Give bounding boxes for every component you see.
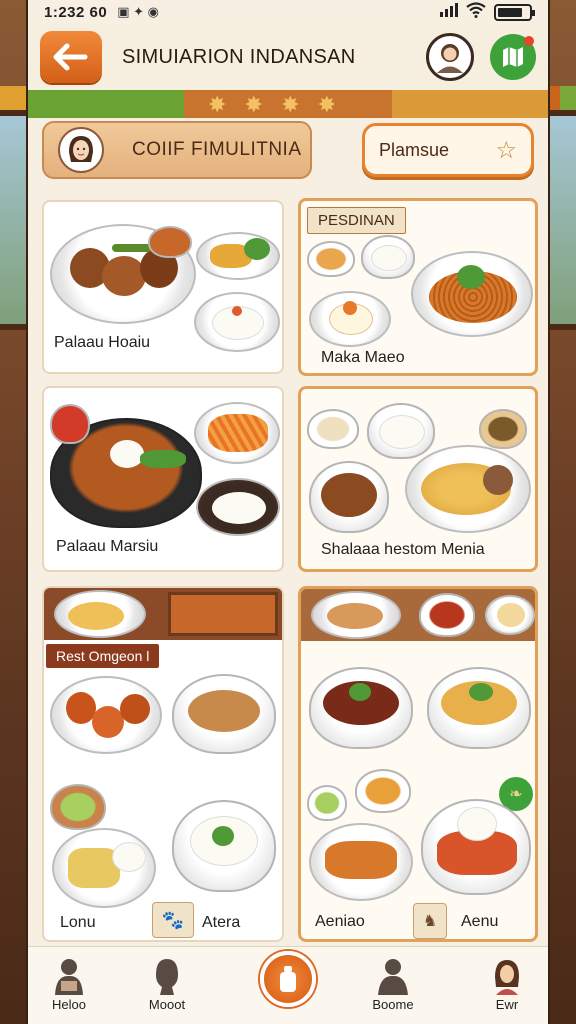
- chicken-plate: [309, 823, 413, 901]
- page-title: SIMUIARION INDANSAN: [122, 45, 356, 68]
- header-plate: [54, 590, 146, 638]
- soup-bowl: [307, 409, 359, 449]
- curry-bowl: [479, 409, 527, 449]
- dog-icon: ♞: [413, 903, 447, 939]
- fried-rice-plate: [405, 445, 531, 533]
- nav-label: Mooot: [148, 997, 186, 1012]
- card-label: Aeniao: [315, 913, 365, 930]
- soup-bowl-large: [427, 667, 531, 749]
- app-bar: SIMUIARION INDANSAN: [28, 24, 548, 90]
- chef-panel[interactable]: COIIF FIMULITNIA: [42, 121, 312, 179]
- card-sub-label: Aenu: [461, 913, 499, 930]
- header-tray: [168, 592, 278, 636]
- wifi-icon: [466, 2, 486, 22]
- person-icon: [437, 44, 463, 73]
- menu-card-4[interactable]: Shalaaa hestom Menia: [298, 386, 538, 572]
- nav-item-browse[interactable]: Boome: [358, 955, 428, 1012]
- menu-card-3[interactable]: Palaau Marsiu: [42, 386, 284, 572]
- decorative-stars: ✸ ✸ ✸ ✸: [208, 92, 343, 117]
- rice-plate: [194, 292, 280, 352]
- menu-card-5[interactable]: Rest Omgeon l Lonu 🐾 Atera: [42, 586, 284, 942]
- lime-bowl: [307, 785, 347, 821]
- curry-bowl: [172, 674, 276, 754]
- status-bar: 1:232 60 ▣ ✦ ◉: [28, 0, 548, 24]
- rice-bowl: [367, 403, 435, 459]
- map-icon: [503, 47, 523, 67]
- nav-item-profile[interactable]: Ewr: [472, 955, 542, 1012]
- card-label: Maka Maeo: [321, 349, 405, 366]
- header-bread: [485, 595, 535, 635]
- simulation-label: Plamsue: [379, 139, 450, 160]
- nav-item-mood[interactable]: Mooot: [132, 955, 202, 1012]
- chef-header-row: COIIF FIMULITNIA Plamsue ☆: [42, 118, 534, 182]
- fried-chicken-plate: [50, 676, 162, 754]
- star-icon: ☆: [495, 136, 517, 164]
- person-figure-icon: [156, 959, 178, 995]
- rice-bowl-large: [172, 800, 276, 892]
- chef-avatar: [58, 127, 104, 173]
- banana-plate: [52, 828, 156, 908]
- profile-avatar[interactable]: [426, 33, 474, 81]
- card-header-strip: [301, 589, 535, 641]
- header-soup: [419, 593, 475, 637]
- carrot-plate: [194, 402, 280, 464]
- dumpling-plate: [196, 478, 280, 536]
- bottle-icon: [280, 966, 296, 992]
- rice-bowl: [361, 235, 415, 279]
- card-label: Lonu: [60, 914, 96, 931]
- card-tag: Rest Omgeon l: [46, 644, 160, 668]
- center-action-button[interactable]: [260, 951, 316, 1007]
- card-header-strip: [44, 588, 282, 640]
- phone-screen: 1:232 60 ▣ ✦ ◉ SIMUIARION INDANSAN ✸ ✸ ✸…: [26, 0, 550, 1024]
- lime-bowl: [50, 784, 106, 830]
- header-plate: [311, 591, 401, 639]
- menu-card-6[interactable]: ❧ Aeniao ♞ Aenu: [298, 586, 538, 942]
- battery-icon: [494, 3, 535, 21]
- nav-label: Ewr: [495, 997, 519, 1012]
- woman-avatar-icon: [495, 960, 519, 995]
- simulation-button[interactable]: Plamsue ☆: [362, 123, 534, 177]
- card-label: Palaau Hoaiu: [54, 334, 151, 351]
- menu-card-2[interactable]: PESDINAN Maka Maeo: [298, 198, 538, 376]
- nav-label: Heloo: [52, 997, 86, 1012]
- menu-card-1[interactable]: Palaau Hoaiu: [42, 200, 284, 374]
- signal-icon: [440, 3, 458, 21]
- soup-bowl: [307, 241, 355, 277]
- card-tag: PESDINAN: [307, 207, 406, 234]
- decorative-banner: ✸ ✸ ✸ ✸: [28, 90, 548, 118]
- map-button[interactable]: [490, 34, 536, 80]
- cook-figure-icon: [378, 959, 408, 995]
- card-label: Palaau Marsiu: [56, 538, 159, 555]
- noodle-plate: [411, 251, 533, 337]
- nav-label: Boome: [372, 997, 414, 1012]
- sauce-bowl: [148, 226, 192, 258]
- notification-dot: [524, 36, 534, 46]
- cat-icon: 🐾: [152, 902, 194, 938]
- chef-label: COIIF FIMULITNIA: [132, 139, 302, 160]
- chef-figure-icon: [55, 959, 83, 995]
- bottom-navigation: Heloo Mooot Boome Ewr: [28, 946, 548, 1024]
- notification-icons: ▣ ✦ ◉: [117, 4, 159, 19]
- rice-meat-bowl: [421, 799, 531, 895]
- chili-bowl: [50, 404, 90, 444]
- chef-person-icon: [69, 136, 93, 162]
- side-plate: [196, 232, 280, 280]
- sauce-bowl: [355, 769, 411, 813]
- back-button[interactable]: [40, 31, 102, 83]
- dessert-plate: [309, 291, 391, 347]
- card-label: Shalaaa hestom Menia: [321, 541, 485, 558]
- arrow-left-icon: [53, 43, 88, 71]
- nav-item-home[interactable]: Heloo: [34, 955, 104, 1012]
- card-sub-label: Atera: [202, 914, 241, 931]
- status-time: 1:232 60: [44, 3, 108, 21]
- meat-bowl: [309, 461, 389, 533]
- stew-bowl: [309, 667, 413, 749]
